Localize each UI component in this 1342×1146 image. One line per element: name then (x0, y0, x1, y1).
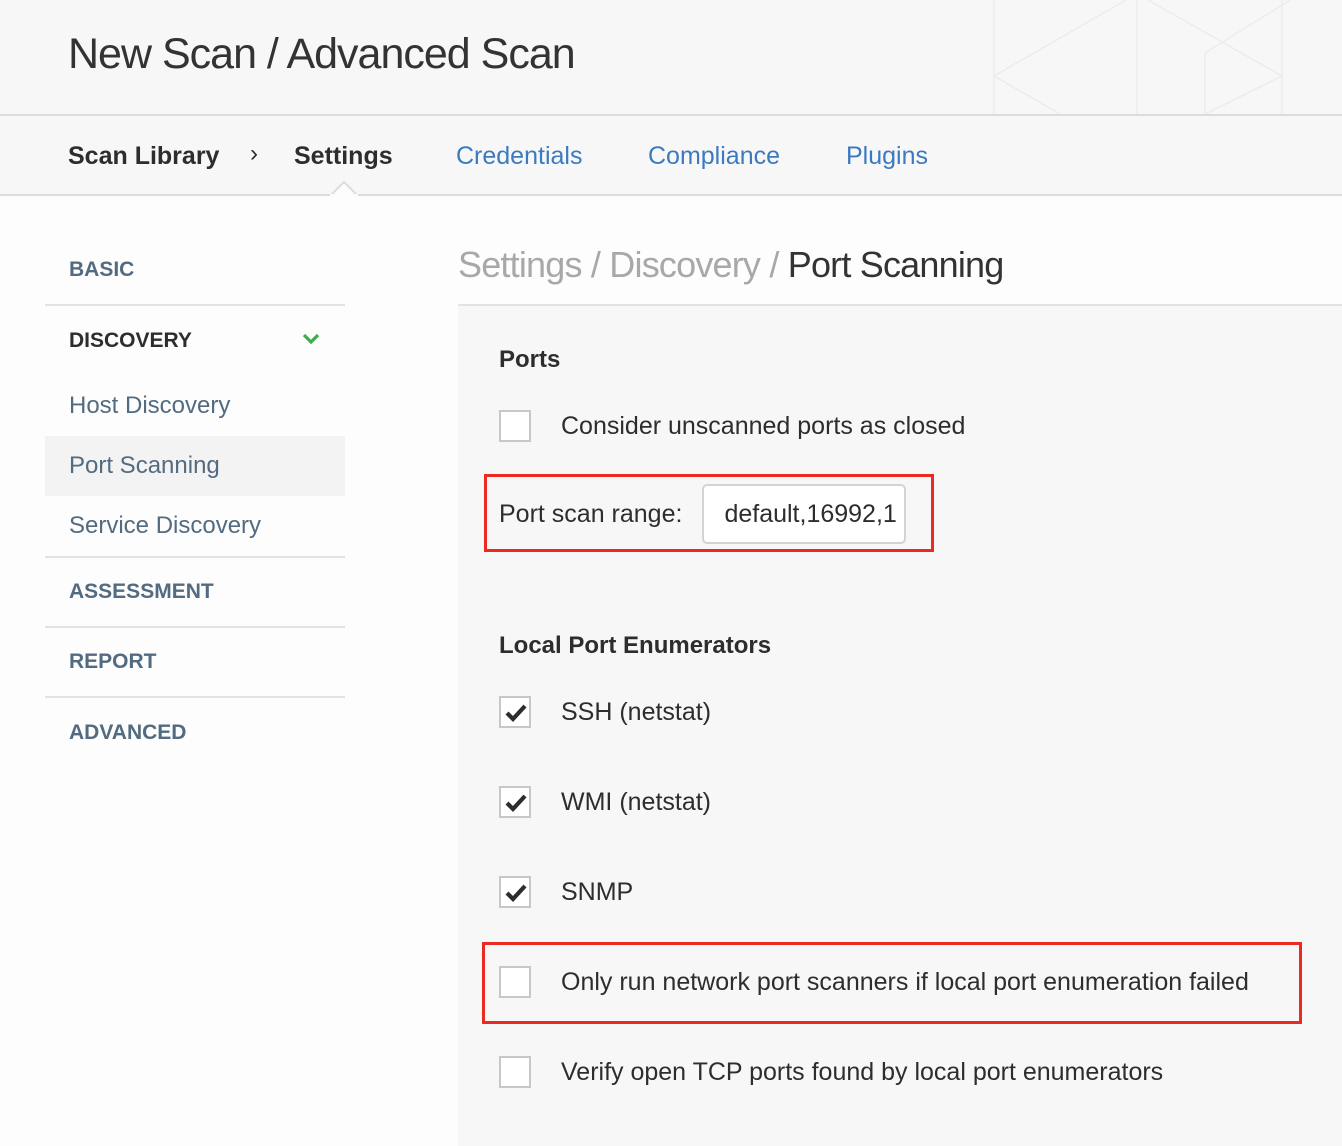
sidebar-section-label: BASIC (69, 258, 135, 281)
sidebar-item-label: Port Scanning (69, 452, 220, 479)
sidebar-item-host-discovery[interactable]: Host Discovery (45, 376, 345, 436)
page-header: New Scan / Advanced Scan (0, 0, 1342, 116)
sidebar-section-report[interactable]: REPORT (45, 628, 345, 698)
breadcrumb-separator: / (760, 244, 788, 285)
checkmark-icon (505, 794, 527, 813)
verify-open-tcp-ports-checkbox[interactable] (499, 1056, 531, 1088)
page-title: New Scan / Advanced Scan (68, 30, 576, 78)
wmi-netstat-option[interactable]: WMI (netstat) (499, 786, 711, 818)
checkmark-icon (505, 704, 527, 723)
checkbox-label: Consider unscanned ports as closed (561, 411, 966, 440)
sidebar-item-port-scanning[interactable]: Port Scanning (45, 436, 345, 496)
checkmark-icon (505, 884, 527, 903)
checkbox-label: Only run network port scanners if local … (561, 967, 1249, 996)
ssh-netstat-checkbox[interactable] (499, 696, 531, 728)
verify-open-tcp-ports-option[interactable]: Verify open TCP ports found by local por… (499, 1056, 1163, 1088)
port-scan-range-label: Port scan range: (499, 499, 683, 528)
ssh-netstat-option[interactable]: SSH (netstat) (499, 696, 711, 728)
header-geometric-pattern (993, 0, 1291, 114)
sidebar-section-discovery[interactable]: DISCOVERY (45, 306, 345, 376)
tab-compliance[interactable]: Compliance (648, 140, 780, 172)
breadcrumb-scan-library[interactable]: Scan Library (68, 140, 219, 172)
sidebar-section-label: REPORT (69, 650, 157, 673)
consider-unscanned-closed-option[interactable]: Consider unscanned ports as closed (499, 410, 965, 442)
wmi-netstat-checkbox[interactable] (499, 786, 531, 818)
checkbox-label: Verify open TCP ports found by local por… (561, 1057, 1164, 1086)
snmp-option[interactable]: SNMP (499, 876, 633, 908)
chevron-right-icon: › (250, 140, 258, 167)
port-scan-range-input[interactable] (702, 484, 907, 544)
only-run-network-scanners-checkbox[interactable] (499, 966, 531, 998)
active-tab-pointer-icon (330, 180, 358, 196)
tab-settings[interactable]: Settings (294, 140, 393, 172)
content-breadcrumb: Settings / Discovery / Port Scanning (458, 244, 1005, 286)
chevron-down-icon (302, 333, 320, 345)
settings-sidebar: BASIC DISCOVERY Host Discovery Port Scan… (45, 236, 345, 768)
consider-unscanned-closed-checkbox[interactable] (499, 410, 531, 442)
breadcrumb-settings: Settings (458, 244, 582, 285)
tab-credentials[interactable]: Credentials (456, 140, 582, 172)
breadcrumb-separator: / (581, 244, 610, 285)
sidebar-section-advanced[interactable]: ADVANCED (45, 698, 345, 768)
sidebar-item-service-discovery[interactable]: Service Discovery (45, 496, 345, 558)
settings-nav: Scan Library › Settings Credentials Comp… (0, 116, 1342, 196)
settings-panel: Ports Consider unscanned ports as closed… (458, 304, 1342, 1146)
breadcrumb-current: Port Scanning (787, 244, 1005, 285)
checkbox-label: SSH (netstat) (561, 697, 712, 726)
sidebar-section-basic[interactable]: BASIC (45, 236, 345, 306)
sidebar-item-label: Service Discovery (69, 512, 262, 539)
checkbox-label: WMI (netstat) (561, 787, 712, 816)
port-scan-range-row: Port scan range: (499, 484, 907, 544)
checkbox-label: SNMP (561, 877, 634, 906)
local-port-enumerators-heading: Local Port Enumerators (499, 632, 772, 659)
snmp-checkbox[interactable] (499, 876, 531, 908)
ports-heading: Ports (499, 346, 561, 373)
sidebar-section-label: ADVANCED (69, 721, 187, 744)
breadcrumb-discovery: Discovery (609, 244, 761, 285)
sidebar-section-assessment[interactable]: ASSESSMENT (45, 558, 345, 628)
sidebar-section-label: ASSESSMENT (69, 580, 214, 603)
sidebar-item-label: Host Discovery (69, 392, 231, 419)
sidebar-section-label: DISCOVERY (69, 329, 192, 352)
only-run-network-scanners-option[interactable]: Only run network port scanners if local … (499, 966, 1249, 998)
tab-plugins[interactable]: Plugins (846, 140, 928, 172)
